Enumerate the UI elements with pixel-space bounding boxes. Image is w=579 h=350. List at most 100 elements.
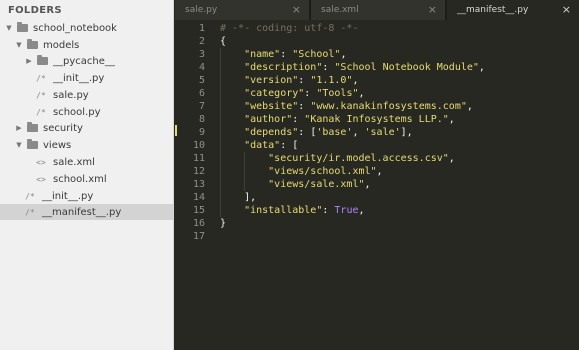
line-number: 11 bbox=[192, 153, 205, 164]
code-line: 9 "depends": ['base', 'sale'], bbox=[175, 126, 579, 139]
code-text: "category": "Tools", bbox=[220, 88, 365, 99]
tree-item-label: security bbox=[43, 122, 83, 134]
tree-item-label: school.xml bbox=[53, 173, 107, 185]
tree-item-label: sale.py bbox=[53, 89, 89, 101]
tree-item-label: __init__.py bbox=[42, 190, 94, 202]
line-number: 2 bbox=[198, 36, 205, 47]
close-icon[interactable]: × bbox=[428, 3, 437, 16]
file-row[interactable]: /* __init__.py bbox=[0, 188, 173, 204]
chevron-down-icon[interactable]: ▼ bbox=[14, 140, 24, 150]
code-line: 7 "website": "www.kanakinfosystems.com", bbox=[175, 100, 579, 113]
python-file-icon: /* bbox=[36, 107, 46, 117]
xml-file-icon: <> bbox=[36, 157, 46, 167]
line-number: 12 bbox=[192, 166, 205, 177]
line-number: 1 bbox=[198, 23, 205, 34]
code-text: # -*- coding: utf-8 -*- bbox=[220, 23, 359, 34]
folder-icon bbox=[27, 122, 38, 132]
folder-row[interactable]: ▼ school_notebook bbox=[0, 20, 173, 36]
tree-item-label: school_notebook bbox=[33, 22, 117, 34]
line-number: 16 bbox=[192, 218, 205, 229]
folder-row[interactable]: ▶ security bbox=[0, 120, 173, 136]
xml-file-icon: <> bbox=[36, 174, 46, 184]
python-file-icon: /* bbox=[25, 207, 35, 217]
code-text: "views/school.xml", bbox=[220, 166, 383, 177]
code-line: 14 ], bbox=[175, 191, 579, 204]
file-row[interactable]: /* school.py bbox=[0, 104, 173, 120]
tab-label: sale.py bbox=[185, 5, 218, 15]
line-number: 14 bbox=[192, 192, 205, 203]
tab-label: sale.xml bbox=[321, 5, 359, 15]
python-file-icon: /* bbox=[36, 73, 46, 83]
line-number: 6 bbox=[198, 88, 205, 99]
code-line: 8 "author": "Kanak Infosystems LLP.", bbox=[175, 113, 579, 126]
file-row[interactable]: /* __manifest__.py bbox=[0, 204, 173, 220]
folder-row[interactable]: ▼ views bbox=[0, 137, 173, 153]
folder-row[interactable]: ▼ models bbox=[0, 37, 173, 53]
code-text: "data": [ bbox=[220, 140, 299, 151]
line-number: 8 bbox=[198, 114, 205, 125]
folder-icon bbox=[27, 39, 38, 49]
code-line: 13 "views/sale.xml", bbox=[175, 178, 579, 191]
folder-icon bbox=[37, 55, 48, 65]
code-line: 11 "security/ir.model.access.csv", bbox=[175, 152, 579, 165]
close-icon[interactable]: × bbox=[292, 3, 301, 16]
tree-item-label: __pycache__ bbox=[53, 55, 115, 67]
folder-icon bbox=[27, 139, 38, 149]
code-line: 17 bbox=[175, 230, 579, 243]
code-line: 16} bbox=[175, 217, 579, 230]
line-number: 4 bbox=[198, 62, 205, 73]
chevron-down-icon[interactable]: ▼ bbox=[4, 23, 14, 33]
chevron-right-icon[interactable]: ▶ bbox=[14, 123, 24, 133]
sidebar: FOLDERS ▼ school_notebook ▼ models ▶ __pycach… bbox=[0, 0, 174, 350]
folders-header: FOLDERS bbox=[8, 5, 62, 16]
code-text: "website": "www.kanakinfosystems.com", bbox=[220, 101, 473, 112]
tab-bar: sale.py × sale.xml × __manifest__.py × bbox=[175, 0, 579, 20]
code-line: 10 "data": [ bbox=[175, 139, 579, 152]
python-file-icon: /* bbox=[25, 191, 35, 201]
code-text: ], bbox=[220, 192, 257, 203]
code-line: 12 "views/school.xml", bbox=[175, 165, 579, 178]
line-number: 10 bbox=[192, 140, 205, 151]
line-number: 5 bbox=[198, 75, 205, 86]
line-number: 15 bbox=[192, 205, 205, 216]
line-number: 9 bbox=[198, 127, 205, 138]
code-text: { bbox=[220, 36, 227, 47]
file-row[interactable]: <> school.xml bbox=[0, 171, 173, 187]
code-line: 15 "installable": True, bbox=[175, 204, 579, 217]
tab-sale-py[interactable]: sale.py × bbox=[175, 0, 309, 20]
code-text: "installable": True, bbox=[220, 205, 365, 216]
folder-row[interactable]: ▶ __pycache__ bbox=[0, 53, 173, 69]
tree-item-label: school.py bbox=[53, 106, 101, 118]
code-text: "author": "Kanak Infosystems LLP.", bbox=[220, 114, 455, 125]
line-number: 17 bbox=[192, 231, 205, 242]
tree-item-label: models bbox=[43, 39, 80, 51]
chevron-right-icon[interactable]: ▶ bbox=[24, 56, 34, 66]
code-text: "name": "School", bbox=[220, 49, 347, 60]
line-number: 7 bbox=[198, 101, 205, 112]
tab-sale-xml[interactable]: sale.xml × bbox=[311, 0, 445, 20]
code-line: 4 "description": "School Notebook Module… bbox=[175, 61, 579, 74]
code-text: "views/sale.xml", bbox=[220, 179, 371, 190]
tab-label: __manifest__.py bbox=[457, 5, 529, 15]
code-line: 2{ bbox=[175, 35, 579, 48]
file-row[interactable]: <> sale.xml bbox=[0, 154, 173, 170]
line-number: 3 bbox=[198, 49, 205, 60]
code-line: 5 "version": "1.1.0", bbox=[175, 74, 579, 87]
tree-item-label: sale.xml bbox=[53, 156, 95, 168]
code-text: "version": "1.1.0", bbox=[220, 75, 359, 86]
code-text: "security/ir.model.access.csv", bbox=[220, 153, 455, 164]
folder-icon bbox=[17, 22, 28, 32]
code-text: "depends": ['base', 'sale'], bbox=[220, 127, 413, 138]
close-icon[interactable]: × bbox=[562, 3, 571, 16]
tab-manifest-py[interactable]: __manifest__.py × bbox=[447, 0, 579, 20]
code-text: } bbox=[220, 218, 227, 229]
code-line: 3 "name": "School", bbox=[175, 48, 579, 61]
file-row[interactable]: /* __init__.py bbox=[0, 70, 173, 86]
chevron-down-icon[interactable]: ▼ bbox=[14, 40, 24, 50]
python-file-icon: /* bbox=[36, 90, 46, 100]
code-text: "description": "School Notebook Module", bbox=[220, 62, 485, 73]
tree-item-label: views bbox=[43, 139, 72, 151]
file-row[interactable]: /* sale.py bbox=[0, 87, 173, 103]
code-editor[interactable]: 1 # -*- coding: utf-8 -*- 2{3 "name": "Sch… bbox=[175, 20, 579, 350]
tree-item-label: __manifest__.py bbox=[42, 206, 122, 218]
